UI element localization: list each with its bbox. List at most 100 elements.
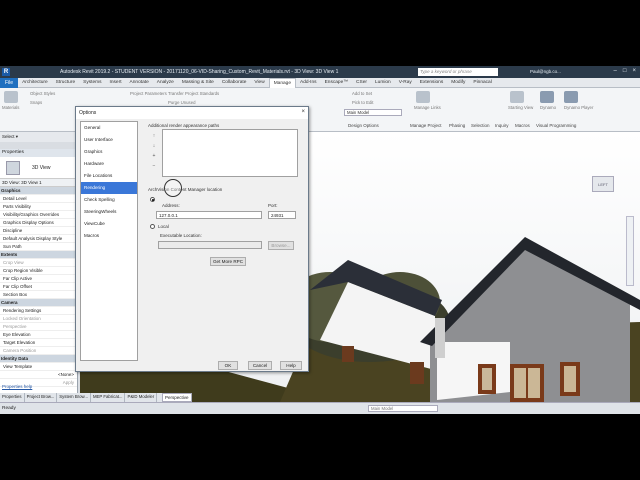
- address-field[interactable]: 127.0.0.1: [156, 211, 262, 219]
- exec-location-label: Executable Location:: [160, 233, 202, 238]
- tab-analyze[interactable]: Analyze: [153, 78, 178, 88]
- property-row: Sun Path: [0, 243, 77, 251]
- ribbon-transfer-standards[interactable]: Transfer Project Standards: [168, 91, 219, 96]
- design-option-combo[interactable]: Main Model: [344, 109, 402, 116]
- dynamo-player-icon[interactable]: [564, 91, 578, 103]
- tab-view[interactable]: View: [250, 78, 268, 88]
- tab-manage[interactable]: Manage: [268, 77, 297, 88]
- options-nav-rendering[interactable]: Rendering: [81, 182, 137, 194]
- ribbon-dynamo[interactable]: Dynamo: [540, 105, 556, 110]
- manage-links-icon[interactable]: [416, 91, 430, 103]
- properties-help-link[interactable]: Properties help: [2, 384, 32, 389]
- ribbon-purge-unused[interactable]: Purge Unused: [168, 100, 195, 105]
- cancel-button[interactable]: Cancel: [248, 361, 272, 370]
- close-icon[interactable]: ×: [301, 109, 305, 115]
- ribbon-manage-links[interactable]: Manage Links: [414, 105, 441, 110]
- revit-logo-icon[interactable]: R: [2, 68, 10, 76]
- ribbon-snaps[interactable]: Snaps: [30, 100, 42, 105]
- tab-file[interactable]: File: [0, 77, 19, 88]
- ribbon-add-to-set[interactable]: Add to Set: [352, 91, 372, 96]
- ribbon-materials[interactable]: Materials: [2, 105, 19, 110]
- render-paths-list[interactable]: [162, 129, 298, 177]
- options-nav-viewcube[interactable]: ViewCube: [81, 218, 137, 230]
- tab-massing-site[interactable]: Massing & Site: [178, 78, 218, 88]
- dialog-title: Options: [76, 107, 308, 119]
- panel-design-options: Design Options: [348, 123, 379, 128]
- dynamo-icon[interactable]: [540, 91, 554, 103]
- get-more-rpc-button[interactable]: Get More RPC: [210, 257, 246, 266]
- browser-tab[interactable]: System Brow...: [57, 393, 91, 402]
- move-up-icon[interactable]: ↑: [150, 133, 158, 140]
- browse-button[interactable]: Browse...: [268, 241, 294, 250]
- add-path-icon[interactable]: +: [150, 153, 158, 160]
- options-nav-user-interface[interactable]: User Interface: [81, 134, 137, 146]
- options-nav-check-spelling[interactable]: Check Spelling: [81, 194, 137, 206]
- browser-tab[interactable]: Properties: [0, 393, 25, 402]
- tab-extensions[interactable]: Extensions: [416, 78, 447, 88]
- tab-enscape-[interactable]: Enscape™: [321, 78, 352, 88]
- options-nav: General User Interface Graphics Hardware Fil…: [80, 121, 138, 361]
- tab-pinnacal[interactable]: Pinnacal: [469, 78, 495, 88]
- starting-view-icon[interactable]: [510, 91, 524, 103]
- maximize-icon[interactable]: □: [623, 68, 627, 74]
- tab-modify[interactable]: Modify: [447, 78, 469, 88]
- browser-tab[interactable]: P&ID Modeler: [125, 393, 158, 402]
- tab-v-ray[interactable]: V-Ray: [395, 78, 416, 88]
- ribbon-pick-to-edit[interactable]: Pick to Edit: [352, 100, 374, 105]
- local-radio[interactable]: [150, 224, 155, 229]
- property-row: Locked Orientation: [0, 315, 77, 323]
- user-account[interactable]: Paul@ngb.co...: [530, 69, 561, 74]
- panel-selection: Selection: [471, 123, 490, 128]
- viewcube[interactable]: LEFT: [592, 176, 614, 192]
- select-dropdown[interactable]: Select ▾: [0, 132, 78, 142]
- browser-tab[interactable]: Project Brow...: [25, 393, 58, 402]
- tab-annotate[interactable]: Annotate: [126, 78, 153, 88]
- remove-path-icon[interactable]: −: [150, 163, 158, 170]
- remote-radio[interactable]: [150, 197, 155, 202]
- port-field[interactable]: 24931: [268, 211, 296, 219]
- property-row: Discipline: [0, 227, 77, 235]
- type-selector[interactable]: 3D View: [0, 157, 77, 179]
- options-dialog: Options × General User Interface Graphics H…: [75, 106, 309, 372]
- tab-collaborate[interactable]: Collaborate: [218, 78, 251, 88]
- property-group[interactable]: Graphics: [0, 187, 77, 195]
- help-button[interactable]: Help: [280, 361, 302, 370]
- options-nav-general[interactable]: General: [81, 122, 137, 134]
- options-nav-graphics[interactable]: Graphics: [81, 146, 137, 158]
- move-down-icon[interactable]: ↓: [150, 143, 158, 150]
- ok-button[interactable]: OK: [218, 361, 238, 370]
- instance-selector[interactable]: 3D View: 3D View 1: [0, 179, 77, 187]
- tab-insert[interactable]: Insert: [106, 78, 126, 88]
- browser-tab[interactable]: MEP Fabricat...: [91, 393, 126, 402]
- view-control-perspective[interactable]: Perspective: [162, 393, 192, 402]
- ribbon-object-styles[interactable]: Object Styles: [30, 91, 55, 96]
- property-row: Default Analysis Display Style: [0, 235, 77, 243]
- property-group[interactable]: Extents: [0, 251, 77, 259]
- tab-cser[interactable]: CSer: [352, 78, 371, 88]
- tab-systems[interactable]: Systems: [79, 78, 105, 88]
- search-input[interactable]: Type a keyword or phrase: [418, 68, 498, 76]
- view-template-value[interactable]: <None>: [0, 371, 77, 379]
- ribbon-dynamo-player[interactable]: Dynamo Player: [564, 105, 593, 110]
- tab-add-ins[interactable]: Add-Ins: [296, 78, 321, 88]
- options-nav-steeringwheels[interactable]: SteeringWheels: [81, 206, 137, 218]
- minimize-icon[interactable]: –: [614, 68, 617, 74]
- tab-structure[interactable]: Structure: [52, 78, 79, 88]
- options-nav-file-locations[interactable]: File Locations: [81, 170, 137, 182]
- materials-icon[interactable]: [4, 91, 18, 103]
- tab-lumion[interactable]: Lumion: [371, 78, 395, 88]
- options-nav-hardware[interactable]: Hardware: [81, 158, 137, 170]
- tab-architecture[interactable]: Architecture: [18, 78, 52, 88]
- navigation-bar[interactable]: [626, 216, 634, 286]
- property-group[interactable]: Camera: [0, 299, 77, 307]
- ribbon-starting-view[interactable]: Starting View: [508, 105, 533, 110]
- property-group[interactable]: Identity Data: [0, 355, 77, 363]
- close-icon[interactable]: ×: [632, 68, 636, 74]
- property-row: Visibility/Graphics Overrides: [0, 211, 77, 219]
- status-main-model[interactable]: Main Model: [368, 405, 438, 412]
- status-bar: Ready Main Model: [0, 402, 640, 414]
- property-row: Graphics Display Options: [0, 219, 77, 227]
- title-bar: R Autodesk Revit 2019.2 - STUDENT VERSIO…: [0, 66, 640, 78]
- ribbon-project-parameters[interactable]: Project Parameters: [130, 91, 167, 96]
- options-nav-macros[interactable]: Macros: [81, 230, 137, 242]
